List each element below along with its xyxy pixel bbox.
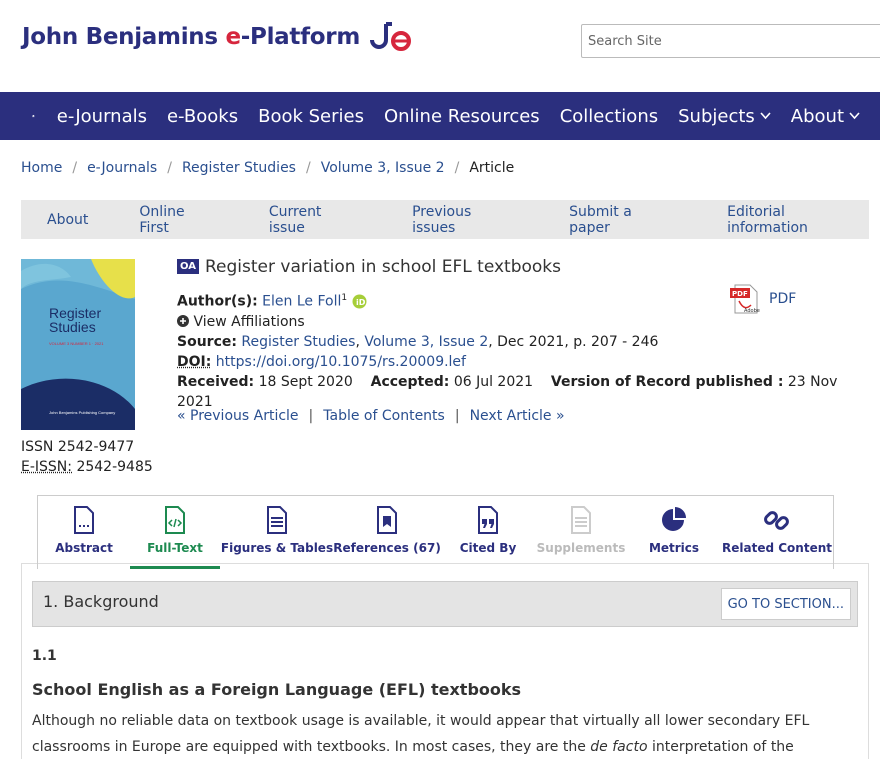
chevron-down-icon: [849, 112, 860, 120]
article-title: Register variation in school EFL textboo…: [204, 257, 562, 277]
article-info: OA Register variation in school EFL textb…: [177, 257, 857, 412]
cover-title-line2: Studies: [49, 319, 96, 335]
tab-cited-by[interactable]: Cited By: [440, 496, 536, 569]
pdf-download[interactable]: PDF Adobe PDF: [729, 283, 796, 315]
journal-nav-editorial-info[interactable]: Editorial information: [727, 204, 869, 236]
home-icon[interactable]: [32, 106, 35, 126]
nav-separator: |: [454, 408, 460, 424]
author-link[interactable]: Elen Le Foll: [262, 294, 341, 310]
source-issue-link[interactable]: Volume 3, Issue 2: [364, 334, 488, 350]
body-paragraph: Although no reliable data on textbook us…: [32, 713, 810, 755]
cover-publisher: John Benjamins Publishing Company: [49, 410, 115, 415]
previous-article-link[interactable]: « Previous Article: [177, 408, 299, 424]
svg-text:Adobe: Adobe: [744, 308, 760, 314]
source-journal-link[interactable]: Register Studies: [241, 334, 355, 350]
references-icon: [377, 506, 397, 534]
site-logo[interactable]: John Benjamins e-Platform: [22, 22, 414, 52]
jbe-logo-icon: [369, 22, 411, 51]
open-access-badge: OA: [177, 259, 199, 274]
nav-subjects-label: Subjects: [678, 105, 755, 127]
tab-related-content[interactable]: Related Content: [722, 496, 832, 569]
svg-text:iD: iD: [356, 298, 366, 307]
site-header: John Benjamins e-Platform: [0, 0, 880, 92]
next-article-link[interactable]: Next Article »: [470, 408, 565, 424]
nav-about[interactable]: About: [791, 106, 860, 127]
breadcrumb-issue[interactable]: Volume 3, Issue 2: [321, 160, 445, 176]
journal-nav-online-first[interactable]: Online First: [139, 204, 217, 236]
doi-link[interactable]: https://doi.org/10.1075/rs.20009.lef: [216, 354, 466, 370]
nav-online-resources[interactable]: Online Resources: [384, 106, 540, 127]
journal-subnav: About Online First Current issue Previou…: [21, 200, 869, 239]
subsection-title: School English as a Foreign Language (EF…: [32, 680, 522, 699]
pdf-icon: PDF Adobe: [730, 284, 760, 314]
main-nav: e-Journals e-Books Book Series Online Re…: [0, 92, 880, 140]
cover-art: Register Studies VOLUME 3 NUMBER 1 · 202…: [21, 259, 135, 430]
nav-collections[interactable]: Collections: [560, 106, 658, 127]
cited-by-icon: [478, 506, 498, 534]
breadcrumb: Home / e-Journals / Register Studies / V…: [21, 160, 514, 176]
plus-circle-icon: [177, 314, 189, 327]
journal-nav-previous-issues[interactable]: Previous issues: [412, 204, 518, 236]
breadcrumb-home[interactable]: Home: [21, 160, 62, 176]
svg-text:PDF: PDF: [732, 290, 748, 298]
nav-about-label: About: [790, 105, 844, 127]
pdf-label: PDF: [769, 291, 797, 307]
fulltext-icon: [165, 506, 185, 534]
article-tabs: Abstract Full-Text Figures & Tables Refe…: [37, 495, 834, 569]
doi-row: DOI: https://doi.org/10.1075/rs.20009.le…: [177, 353, 466, 370]
breadcrumb-separator: /: [454, 160, 460, 176]
abstract-icon: [74, 506, 94, 534]
nav-subjects[interactable]: Subjects: [678, 106, 771, 127]
tab-abstract[interactable]: Abstract: [38, 496, 130, 569]
tab-metrics[interactable]: Metrics: [626, 496, 722, 569]
figures-icon: [267, 506, 287, 534]
nav-book-series[interactable]: Book Series: [258, 106, 364, 127]
breadcrumb-journal[interactable]: Register Studies: [182, 160, 296, 176]
journal-nav-current-issue[interactable]: Current issue: [269, 204, 361, 236]
metrics-icon: [662, 507, 686, 531]
tab-supplements: Supplements: [536, 496, 626, 569]
nav-ebooks[interactable]: e-Books: [167, 106, 238, 127]
go-to-section-button[interactable]: GO TO SECTION...: [720, 588, 851, 620]
section-heading: 1. Background: [43, 592, 159, 611]
table-of-contents-link[interactable]: Table of Contents: [323, 408, 445, 424]
search-input[interactable]: [581, 24, 880, 58]
issn-block: ISSN 2542-9477 E-ISSN: 2542-9485: [21, 437, 153, 477]
journal-nav-about[interactable]: About: [47, 212, 88, 228]
orcid-icon[interactable]: iD: [352, 294, 367, 309]
tab-figures-tables[interactable]: Figures & Tables: [220, 496, 334, 569]
dates-row: Received: 18 Sept 2020 Accepted: 06 Jul …: [177, 373, 838, 410]
breadcrumb-current: Article: [469, 160, 515, 176]
logo-text: John Benjamins e-Platform: [22, 24, 360, 50]
subsection-number: 1.1: [32, 648, 57, 664]
nav-ejournals[interactable]: e-Journals: [57, 106, 147, 127]
journal-nav-submit-paper[interactable]: Submit a paper: [569, 204, 676, 236]
source-row: Source: Register Studies, Volume 3, Issu…: [177, 333, 659, 350]
chevron-down-icon: [760, 112, 771, 120]
breadcrumb-ejournals[interactable]: e-Journals: [87, 160, 157, 176]
breadcrumb-separator: /: [72, 160, 78, 176]
section-bar: 1. Background GO TO SECTION...: [32, 581, 858, 627]
related-content-icon: [764, 511, 789, 530]
breadcrumb-separator: /: [305, 160, 311, 176]
article-navigation: « Previous Article | Table of Contents |…: [177, 408, 565, 424]
tab-references[interactable]: References (67): [333, 496, 441, 569]
eissn-line: E-ISSN: 2542-9485: [21, 459, 153, 475]
nav-separator: |: [308, 408, 314, 424]
journal-cover-image[interactable]: Register Studies VOLUME 3 NUMBER 1 · 202…: [21, 259, 135, 430]
supplements-icon: [571, 506, 591, 534]
breadcrumb-separator: /: [167, 160, 172, 176]
article-title-row: OA Register variation in school EFL textb…: [177, 257, 857, 283]
cover-subline: VOLUME 3 NUMBER 1 · 2021: [49, 341, 104, 346]
tab-fulltext[interactable]: Full-Text: [130, 496, 220, 569]
issn-line: ISSN 2542-9477: [21, 439, 135, 455]
